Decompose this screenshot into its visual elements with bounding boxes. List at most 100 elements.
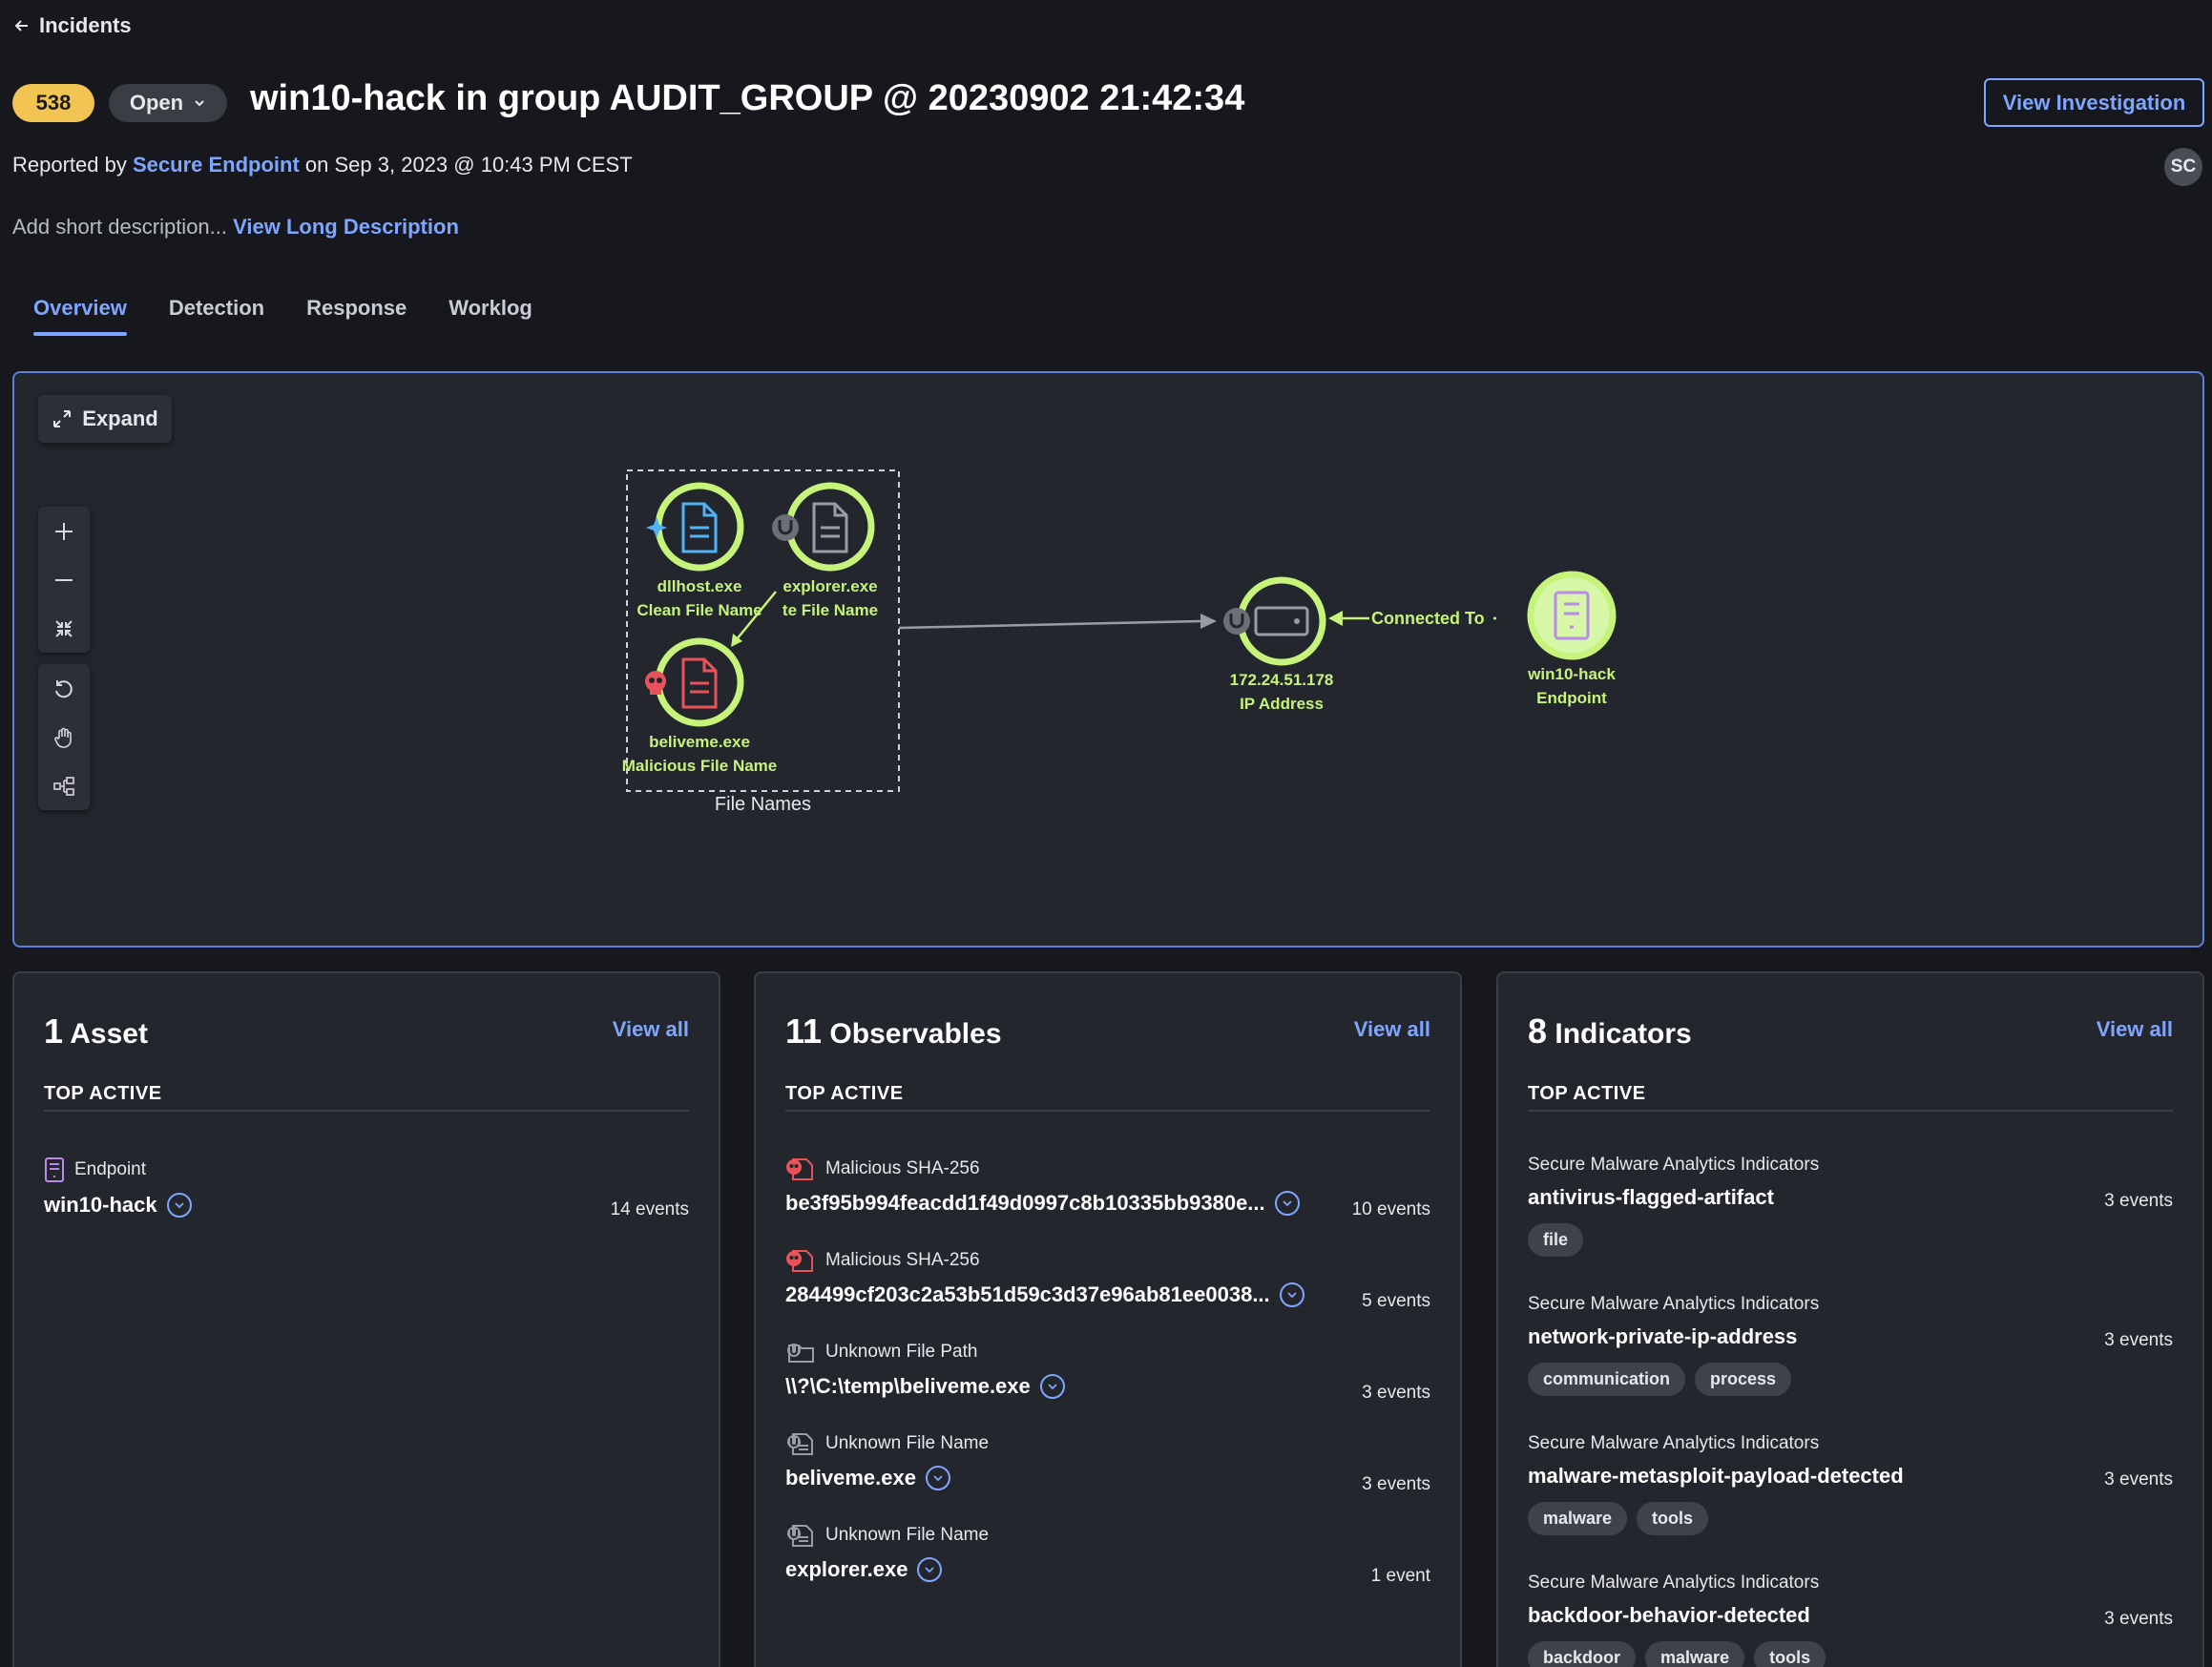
tag[interactable]: backdoor	[1528, 1641, 1637, 1667]
list-item[interactable]: Malicious SHA-256 284499cf203c2a53b51d59…	[785, 1248, 1430, 1311]
endpoint-icon	[45, 1157, 64, 1182]
item-kind: Malicious SHA-256	[785, 1156, 1430, 1181]
item-events: 10 events	[1351, 1199, 1430, 1219]
node-ip-label: 172.24.51.178 IP Address	[1205, 668, 1358, 716]
indicator-item[interactable]: Secure Malware Analytics Indicators malw…	[1528, 1433, 2173, 1535]
item-value-text[interactable]: 284499cf203c2a53b51d59c3d37e96ab81ee0038…	[785, 1282, 1270, 1307]
indicator-name[interactable]: antivirus-flagged-artifact	[1528, 1185, 2173, 1210]
indicator-item[interactable]: Secure Malware Analytics Indicators anti…	[1528, 1155, 2173, 1257]
item-value-text[interactable]: explorer.exe	[785, 1557, 908, 1582]
item-events: 14 events	[610, 1199, 689, 1219]
item-value: \\?\C:\temp\beliveme.exe	[785, 1374, 1430, 1399]
item-events: 3 events	[2104, 1609, 2173, 1629]
node-beliveme[interactable]	[645, 637, 744, 727]
observables-card: 11 Observables View all TOP ACTIVE Malic…	[754, 971, 1462, 1667]
item-events: 3 events	[2104, 1191, 2173, 1211]
item-kind-label: Malicious SHA-256	[825, 1250, 980, 1270]
tag[interactable]: malware	[1528, 1502, 1628, 1535]
item-kind-label: Unknown File Name	[825, 1433, 990, 1453]
expand-item-button[interactable]	[917, 1557, 943, 1582]
indicator-name[interactable]: backdoor-behavior-detected	[1528, 1603, 2173, 1628]
expand-item-button[interactable]	[1279, 1282, 1304, 1307]
item-kind: Endpoint	[44, 1156, 689, 1183]
list-item[interactable]: Unknown File Name explorer.exe 1 event	[785, 1523, 1430, 1586]
item-value-text[interactable]: beliveme.exe	[785, 1466, 916, 1490]
assets-card: 1 Asset View all TOP ACTIVE Endpoint win…	[12, 971, 720, 1667]
tag-list: backdoor malware tools	[1528, 1641, 2173, 1667]
card-subtitle: TOP ACTIVE	[44, 1083, 162, 1104]
node-beliveme-label: beliveme.exe Malicious File Name	[611, 730, 788, 778]
chevron-down-icon	[174, 1202, 184, 1209]
graph-canvas	[626, 469, 1617, 792]
item-kind-label: Unknown File Path	[825, 1342, 978, 1362]
tag[interactable]: process	[1695, 1363, 1792, 1396]
node-explorer-label: explorer.exe te File Name	[768, 574, 892, 622]
list-item[interactable]: Malicious SHA-256 be3f95b994feacdd1f49d0…	[785, 1156, 1430, 1219]
unknown-badge-icon	[1223, 608, 1250, 635]
sparkle-icon	[646, 517, 667, 538]
item-kind: Unknown File Name	[785, 1523, 1430, 1548]
item-events: 5 events	[1362, 1291, 1430, 1311]
item-value: be3f95b994feacdd1f49d0997c8b10335bb9380e…	[785, 1191, 1430, 1216]
card-subtitle: TOP ACTIVE	[785, 1083, 904, 1104]
node-endpoint-label: win10-hack Endpoint	[1495, 662, 1648, 710]
list-item[interactable]: Unknown File Path \\?\C:\temp\beliveme.e…	[785, 1340, 1430, 1403]
malicious-hash-icon	[786, 1158, 813, 1180]
edge-label: Connected To	[1371, 609, 1485, 628]
indicator-item[interactable]: Secure Malware Analytics Indicators netw…	[1528, 1294, 2173, 1396]
list-item[interactable]: Unknown File Name beliveme.exe 3 events	[785, 1431, 1430, 1494]
chevron-down-icon	[1287, 1292, 1297, 1299]
item-value-text[interactable]: win10-hack	[44, 1193, 157, 1218]
chevron-down-icon	[933, 1475, 943, 1482]
indicator-name[interactable]: network-private-ip-address	[1528, 1324, 2173, 1349]
item-kind-label: Unknown File Name	[825, 1525, 990, 1545]
tag[interactable]: tools	[1754, 1641, 1826, 1667]
view-all-indicators-link[interactable]: View all	[2097, 1017, 2173, 1042]
tag[interactable]: communication	[1528, 1363, 1686, 1396]
edge-arrowhead	[1200, 614, 1217, 629]
item-value: 284499cf203c2a53b51d59c3d37e96ab81ee0038…	[785, 1282, 1430, 1307]
tag[interactable]: malware	[1645, 1641, 1745, 1667]
item-events: 1 event	[1370, 1566, 1430, 1586]
group-label: File Names	[714, 794, 812, 815]
expand-item-button[interactable]	[1039, 1374, 1065, 1399]
node-endpoint[interactable]	[1527, 571, 1617, 660]
expand-item-button[interactable]	[1274, 1191, 1300, 1216]
divider	[44, 1110, 689, 1112]
node-type: te File Name	[782, 601, 879, 619]
tag[interactable]: file	[1528, 1223, 1584, 1257]
item-kind: Unknown File Name	[785, 1431, 1430, 1456]
node-dllhost[interactable]	[646, 482, 744, 572]
indicator-item[interactable]: Secure Malware Analytics Indicators back…	[1528, 1573, 2173, 1667]
unknown-badge-icon	[772, 514, 799, 541]
item-value-text[interactable]: \\?\C:\temp\beliveme.exe	[785, 1374, 1031, 1399]
item-kind: Malicious SHA-256	[785, 1248, 1430, 1273]
divider	[1528, 1110, 2173, 1112]
item-value: beliveme.exe	[785, 1466, 1430, 1490]
node-name: explorer.exe	[783, 577, 878, 595]
view-all-observables-link[interactable]: View all	[1354, 1017, 1430, 1042]
unknown-file-name-icon	[787, 1433, 813, 1455]
node-type: Endpoint	[1536, 689, 1607, 707]
unknown-file-name-icon	[787, 1525, 813, 1547]
chevron-down-icon	[1048, 1384, 1057, 1390]
list-item[interactable]: Endpoint win10-hack 14 events	[44, 1156, 689, 1219]
edge-group-to-ip	[898, 619, 1201, 630]
expand-item-button[interactable]	[925, 1466, 950, 1490]
indicator-name[interactable]: malware-metasploit-payload-detected	[1528, 1464, 2173, 1489]
divider	[785, 1110, 1430, 1112]
item-value-text[interactable]: be3f95b994feacdd1f49d0997c8b10335bb9380e…	[785, 1191, 1265, 1216]
tag-list: file	[1528, 1223, 2173, 1257]
card-title: 8 Indicators	[1528, 1011, 1692, 1052]
expand-item-button[interactable]	[166, 1193, 192, 1218]
chevron-down-icon	[1283, 1200, 1292, 1207]
node-ip-address[interactable]	[1223, 576, 1326, 666]
view-all-assets-link[interactable]: View all	[613, 1017, 689, 1042]
item-events: 3 events	[1362, 1383, 1430, 1403]
card-count: 11	[785, 1011, 823, 1051]
tag[interactable]: tools	[1637, 1502, 1709, 1535]
node-explorer[interactable]	[772, 482, 875, 572]
item-value: explorer.exe	[785, 1557, 1430, 1582]
chevron-down-icon	[925, 1567, 935, 1573]
indicator-source: Secure Malware Analytics Indicators	[1528, 1294, 1820, 1314]
